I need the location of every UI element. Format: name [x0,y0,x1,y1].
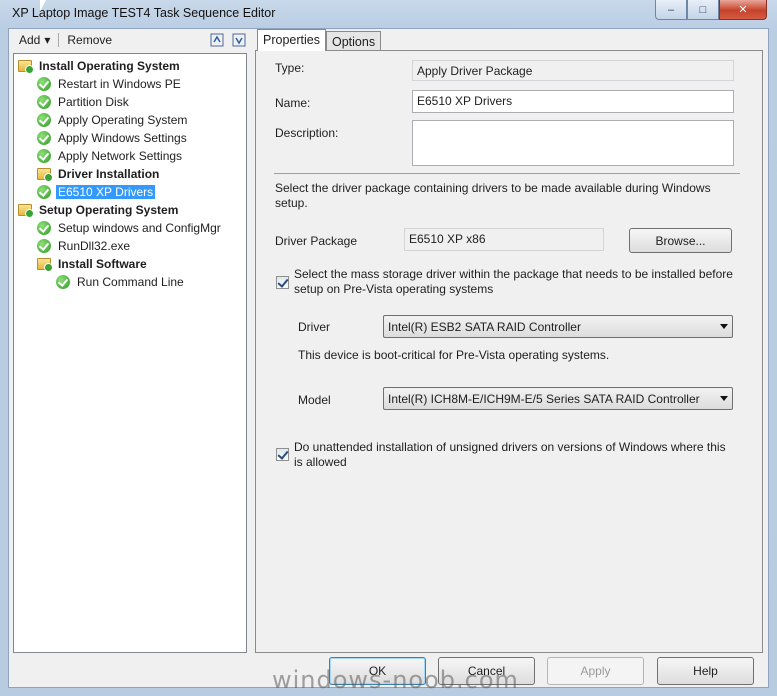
folder-icon [18,204,34,218]
move-up-icon[interactable] [209,32,225,48]
tree-item[interactable]: Apply Operating System [14,111,246,129]
task-sequence-tree[interactable]: Install Operating System Restart in Windo… [13,53,247,653]
tree-toolbar: Add ▾ Remove [13,29,253,51]
tree-item[interactable]: Partition Disk [14,93,246,111]
tree-item[interactable]: Driver Installation [14,165,246,183]
title-bar[interactable]: XP Laptop Image TEST4 Task Sequence Edit… [0,0,777,28]
tree-item[interactable]: Apply Windows Settings [14,129,246,147]
mass-storage-text: Select the mass storage driver within th… [294,267,733,296]
tree-item-label: E6510 XP Drivers [56,185,156,199]
remove-button[interactable]: Remove [61,31,118,49]
folder-icon [37,258,53,272]
chevron-down-icon: ▾ [44,33,51,47]
check-icon [37,113,51,127]
type-label: Type: [275,61,305,75]
description-label: Description: [275,126,339,140]
check-icon [37,221,51,235]
driver-select-value: Intel(R) ESB2 SATA RAID Controller [388,319,581,334]
toolbar-divider [58,33,60,47]
apply-button[interactable]: Apply [547,657,644,685]
tab-options[interactable]: Options [325,31,382,51]
tree-item[interactable]: Restart in Windows PE [14,75,246,93]
tree-item[interactable]: Apply Network Settings [14,147,246,165]
tab-strip: Properties Options [257,29,382,51]
add-menu-button[interactable]: Add ▾ [13,31,56,49]
tree-item-label: Run Command Line [77,275,184,289]
driver-package-field: E6510 XP x86 [404,228,604,251]
tree-item-label: Apply Operating System [58,113,188,127]
model-select-value: Intel(R) ICH8M-E/ICH9M-E/5 Series SATA R… [388,391,700,406]
tree-item-label: RunDll32.exe [58,239,131,253]
maximize-button[interactable]: □ [687,0,719,20]
window-title: XP Laptop Image TEST4 Task Sequence Edit… [12,6,276,20]
name-input[interactable]: E6510 XP Drivers [412,90,734,113]
help-button[interactable]: Help [657,657,754,685]
check-icon [37,185,51,199]
browse-button[interactable]: Browse... [629,228,732,253]
model-select[interactable]: Intel(R) ICH8M-E/ICH9M-E/5 Series SATA R… [383,387,733,410]
model-label: Model [298,393,331,407]
section-divider [274,173,740,174]
tree-item-label: Apply Windows Settings [58,131,187,145]
client-area: Add ▾ Remove Install Operating System Res… [8,28,769,688]
add-label: Add [19,33,41,47]
name-label: Name: [275,96,311,110]
tree-item-label: Apply Network Settings [58,149,183,163]
minimize-button[interactable]: – [655,0,687,20]
tree-item[interactable]: Install Software [14,255,246,273]
tree-item-label: Install Software [58,257,147,271]
driver-select[interactable]: Intel(R) ESB2 SATA RAID Controller [383,315,733,338]
unsigned-drivers-checkbox[interactable] [276,448,289,461]
check-icon [37,131,51,145]
tree-item-label: Setup windows and ConfigMgr [58,221,221,235]
tree-item[interactable]: RunDll32.exe [14,237,246,255]
tree-item-label: Setup Operating System [39,203,179,217]
driver-label: Driver [298,320,330,334]
remove-label: Remove [67,33,113,47]
tree-item[interactable]: Run Command Line [14,273,246,291]
check-icon [37,239,51,253]
tree-item-label: Install Operating System [39,59,180,73]
tree-item-label: Restart in Windows PE [58,77,181,91]
package-hint-text: Select the driver package containing dri… [275,181,711,210]
mouse-pointer-icon [40,0,46,12]
check-icon [37,77,51,91]
tree-item-label: Driver Installation [58,167,160,181]
driver-package-label: Driver Package [275,234,358,248]
watermark: windows-noob.com [272,666,519,694]
description-textarea[interactable] [412,120,734,166]
type-field: Apply Driver Package [412,60,734,81]
tab-properties[interactable]: Properties [257,29,326,51]
check-icon [37,149,51,163]
check-icon [56,275,70,289]
mass-storage-checkbox[interactable] [276,276,289,289]
caption-buttons: – □ ✕ [655,0,767,20]
check-icon [37,95,51,109]
move-down-icon[interactable] [231,32,247,48]
unsigned-drivers-text: Do unattended installation of unsigned d… [294,440,726,469]
task-sequence-editor-window: XP Laptop Image TEST4 Task Sequence Edit… [0,0,777,696]
chevron-down-icon [720,324,728,329]
folder-icon [18,60,34,74]
tree-item[interactable]: Setup windows and ConfigMgr [14,219,246,237]
folder-icon [37,168,53,182]
boot-critical-text: This device is boot-critical for Pre-Vis… [298,348,610,362]
tree-item[interactable]: Install Operating System [14,57,246,75]
close-button[interactable]: ✕ [719,0,767,20]
chevron-down-icon [720,396,728,401]
tree-item-label: Partition Disk [58,95,129,109]
tree-item[interactable]: E6510 XP Drivers [14,183,246,201]
properties-panel: Type: Apply Driver Package Name: E6510 X… [255,50,763,653]
tree-item[interactable]: Setup Operating System [14,201,246,219]
toolbar-icon-group [209,32,253,48]
